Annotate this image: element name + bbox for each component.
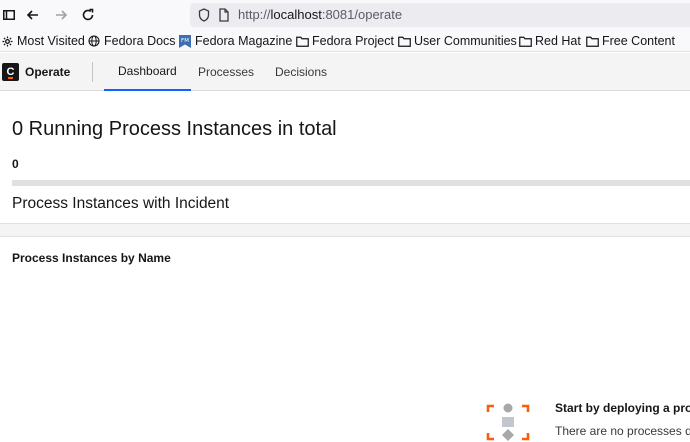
app-name[interactable]: Operate bbox=[25, 65, 70, 79]
bookmarks-bar: Most Visited Fedora Docs FM Fedora Magaz… bbox=[0, 30, 690, 52]
globe-icon bbox=[87, 34, 101, 48]
folder-icon bbox=[397, 34, 411, 48]
page-icon[interactable] bbox=[216, 7, 232, 23]
running-instances-count: 0 bbox=[12, 157, 19, 171]
fedora-magazine-icon: FM bbox=[178, 34, 192, 48]
bookmark-most-visited[interactable]: Most Visited bbox=[0, 33, 85, 49]
empty-state-title: Start by deploying a pro bbox=[555, 401, 690, 415]
gear-icon bbox=[0, 34, 14, 48]
svg-text:FM: FM bbox=[181, 38, 189, 44]
tab-dashboard[interactable]: Dashboard bbox=[104, 53, 191, 91]
header-divider bbox=[92, 62, 93, 82]
folder-icon bbox=[518, 34, 532, 48]
section-separator bbox=[0, 223, 690, 237]
tab-decisions[interactable]: Decisions bbox=[261, 53, 341, 91]
browser-toolbar: http://localhost:8081/operate bbox=[0, 0, 690, 30]
incident-instances-title[interactable]: Process Instances with Incident bbox=[12, 195, 229, 213]
running-instances-bar bbox=[12, 180, 690, 186]
url-bar[interactable]: http://localhost:8081/operate bbox=[190, 3, 690, 27]
instances-by-name-title: Process Instances by Name bbox=[12, 251, 171, 265]
folder-icon bbox=[295, 34, 309, 48]
empty-state-text: There are no processes d bbox=[555, 424, 690, 438]
bookmark-red-hat[interactable]: Red Hat bbox=[518, 33, 581, 49]
bookmark-fedora-project[interactable]: Fedora Project bbox=[295, 33, 394, 49]
forward-arrow-icon[interactable] bbox=[52, 6, 70, 24]
empty-state-diagram-icon bbox=[486, 401, 530, 442]
tab-processes[interactable]: Processes bbox=[184, 53, 268, 91]
bookmark-fedora-docs[interactable]: Fedora Docs bbox=[87, 33, 176, 49]
camunda-logo[interactable]: C bbox=[2, 63, 19, 81]
bookmark-free-content[interactable]: Free Content bbox=[585, 33, 675, 49]
url-text[interactable]: http://localhost:8081/operate bbox=[238, 7, 402, 22]
folder-icon bbox=[585, 34, 599, 48]
running-instances-title[interactable]: 0 Running Process Instances in total bbox=[12, 118, 337, 141]
shield-icon[interactable] bbox=[196, 7, 212, 23]
app-header: C Operate Dashboard Processes Decisions bbox=[0, 53, 690, 91]
back-arrow-icon[interactable] bbox=[24, 6, 42, 24]
sidebar-toggle-icon[interactable] bbox=[0, 6, 18, 24]
bookmark-user-communities[interactable]: User Communities bbox=[397, 33, 517, 49]
bookmark-fedora-magazine[interactable]: FM Fedora Magazine bbox=[178, 33, 292, 49]
reload-icon[interactable] bbox=[79, 6, 97, 24]
